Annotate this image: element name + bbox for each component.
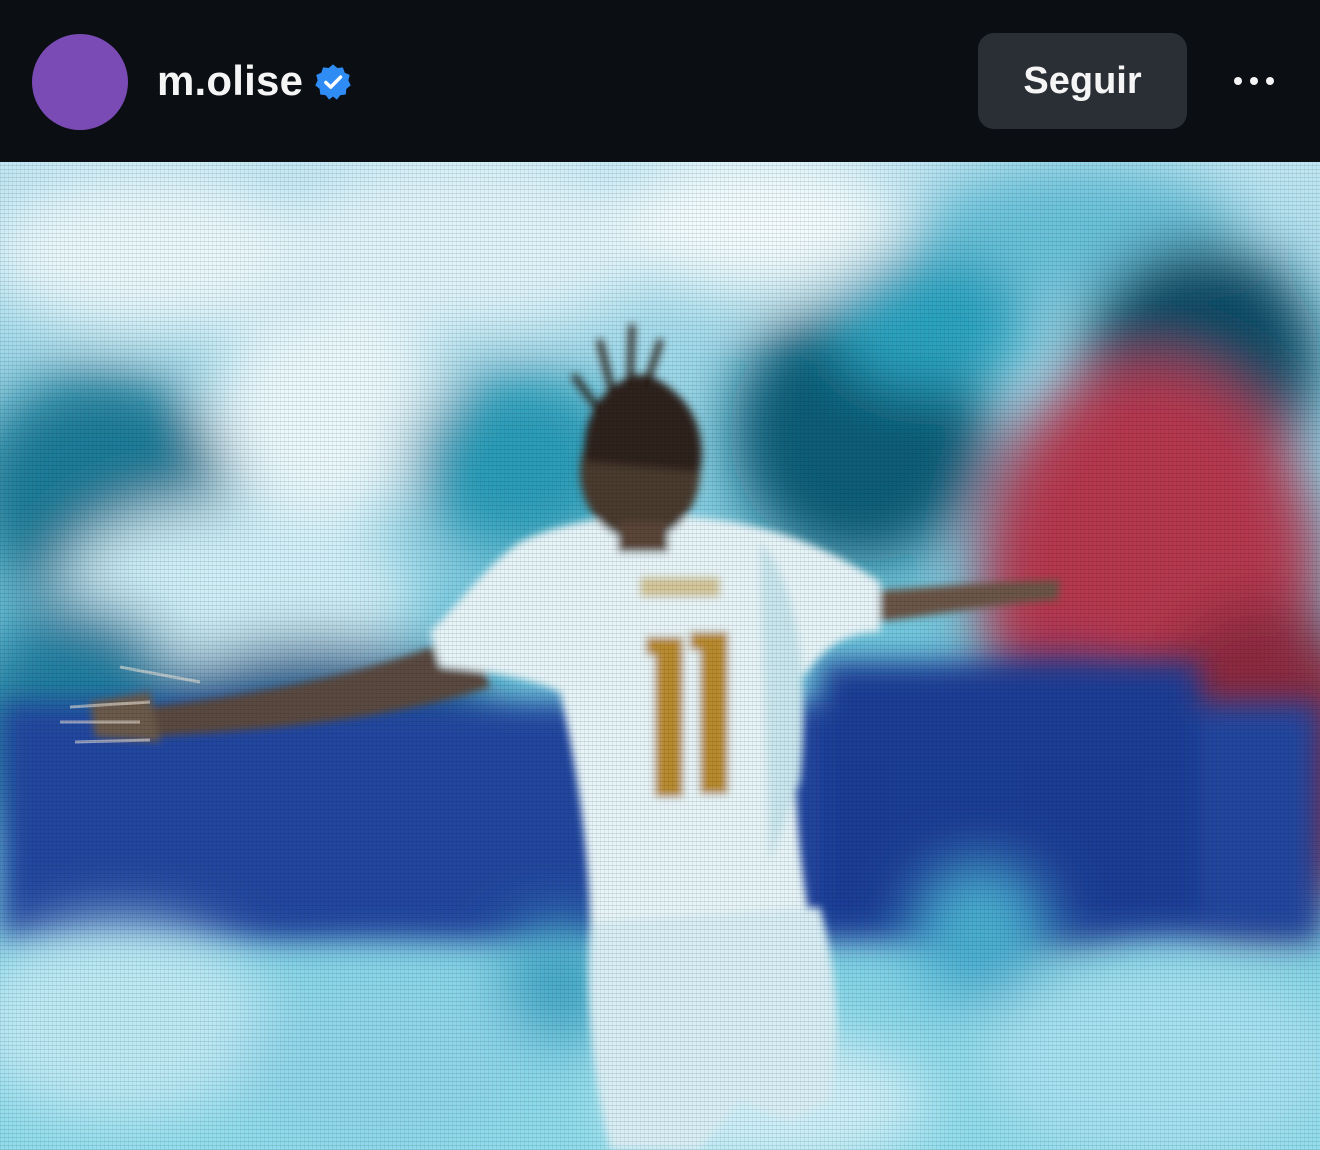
verified-badge-icon [315, 64, 351, 100]
more-dot [1234, 77, 1242, 85]
avatar[interactable] [32, 34, 128, 130]
post-photo[interactable] [0, 162, 1320, 1150]
more-options-icon[interactable] [1222, 56, 1286, 106]
photo-artwork [0, 162, 1320, 1150]
instagram-post: m.olise Seguir [0, 0, 1320, 1150]
more-dot [1250, 77, 1258, 85]
username[interactable]: m.olise [157, 56, 303, 106]
more-dot [1266, 77, 1274, 85]
follow-button[interactable]: Seguir [978, 33, 1187, 129]
post-header: m.olise Seguir [0, 0, 1320, 162]
